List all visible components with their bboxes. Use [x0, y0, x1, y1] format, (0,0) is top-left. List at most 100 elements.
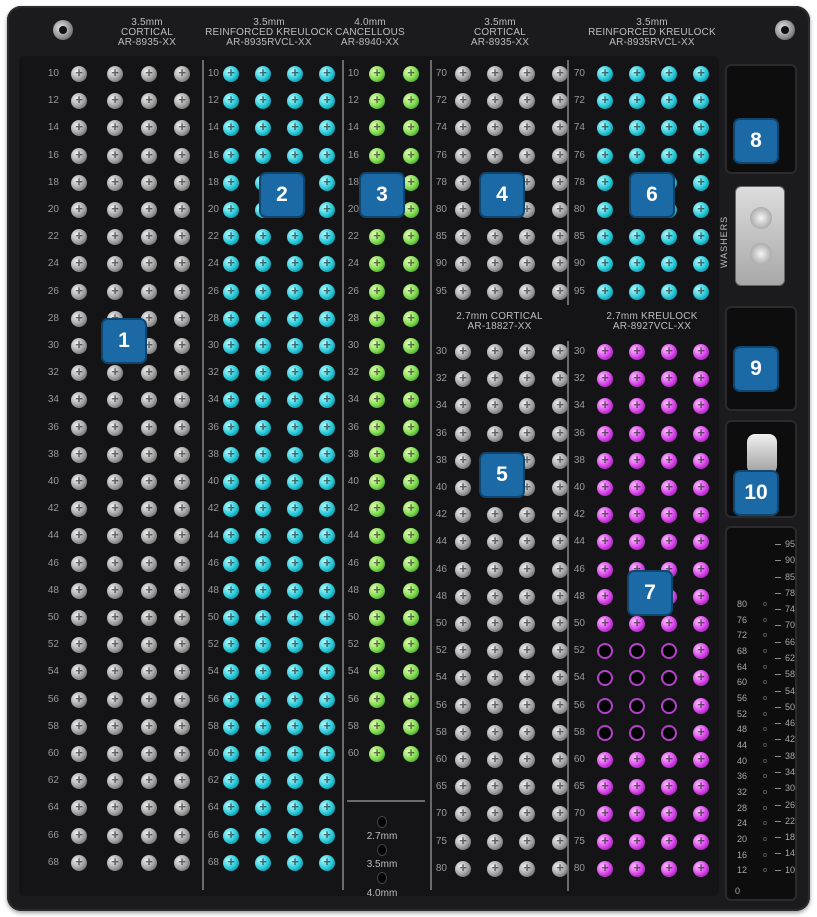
screw-icon[interactable] [403, 636, 419, 654]
screw-icon[interactable] [174, 527, 190, 545]
screw-icon[interactable] [519, 533, 535, 551]
screw-icon[interactable] [629, 228, 645, 246]
screw-icon[interactable] [141, 745, 157, 762]
screw-icon[interactable] [223, 65, 239, 82]
screw-icon[interactable] [107, 174, 123, 191]
screw-icon[interactable] [661, 119, 677, 137]
screw-icon[interactable] [287, 745, 303, 762]
screw-icon[interactable] [174, 663, 190, 681]
screw-icon[interactable] [287, 255, 303, 273]
screw-icon[interactable] [71, 65, 87, 82]
screw-icon[interactable] [319, 745, 335, 762]
screw-icon[interactable] [369, 255, 385, 273]
screw-icon[interactable] [629, 119, 645, 137]
screw-icon[interactable] [661, 697, 679, 715]
screw-icon[interactable] [319, 446, 335, 463]
screw-icon[interactable] [519, 228, 535, 246]
screw-icon[interactable] [141, 527, 157, 545]
screw-icon[interactable] [107, 92, 123, 110]
screw-icon[interactable] [174, 310, 190, 327]
screw-icon[interactable] [369, 718, 385, 735]
screw-icon[interactable] [693, 642, 709, 660]
screw-icon[interactable] [597, 147, 613, 164]
screw-icon[interactable] [597, 92, 613, 110]
screw-icon[interactable] [174, 255, 190, 273]
screw-icon[interactable] [661, 228, 677, 246]
screw-icon[interactable] [71, 310, 87, 327]
screw-icon[interactable] [255, 364, 271, 382]
screw-icon[interactable] [519, 778, 535, 796]
screw-icon[interactable] [597, 343, 613, 360]
screw-icon[interactable] [693, 65, 709, 82]
screw-icon[interactable] [597, 201, 613, 218]
screw-icon[interactable] [519, 283, 535, 300]
screw-icon[interactable] [487, 778, 503, 796]
screw-icon[interactable] [319, 636, 335, 654]
screw-icon[interactable] [629, 724, 647, 742]
screw-icon[interactable] [287, 446, 303, 463]
screw-icon[interactable] [487, 669, 503, 687]
screw-icon[interactable] [487, 697, 503, 714]
screw-icon[interactable] [693, 860, 709, 877]
screw-icon[interactable] [287, 310, 303, 327]
screw-icon[interactable] [661, 283, 677, 300]
screw-icon[interactable] [174, 119, 190, 137]
screw-icon[interactable] [287, 92, 303, 110]
screw-icon[interactable] [487, 255, 503, 273]
screw-icon[interactable] [107, 500, 123, 518]
screw-icon[interactable] [141, 718, 157, 735]
screw-icon[interactable] [403, 310, 419, 327]
screw-icon[interactable] [174, 364, 190, 382]
screw-icon[interactable] [319, 854, 335, 871]
screw-icon[interactable] [319, 582, 335, 599]
screw-icon[interactable] [287, 119, 303, 137]
screw-icon[interactable] [141, 772, 157, 790]
screw-icon[interactable] [369, 636, 385, 654]
screw-icon[interactable] [629, 343, 645, 360]
screw-icon[interactable] [255, 500, 271, 518]
screw-icon[interactable] [71, 854, 87, 871]
screw-icon[interactable] [597, 425, 613, 442]
screw-icon[interactable] [369, 147, 385, 164]
screw-icon[interactable] [597, 506, 613, 524]
screw-icon[interactable] [174, 582, 190, 599]
screw-icon[interactable] [71, 772, 87, 790]
screw-icon[interactable] [661, 370, 677, 388]
screw-icon[interactable] [369, 364, 385, 382]
screw-icon[interactable] [629, 860, 645, 877]
screw-icon[interactable] [255, 65, 271, 82]
screw-icon[interactable] [487, 751, 503, 768]
screw-icon[interactable] [71, 636, 87, 654]
screw-icon[interactable] [403, 555, 419, 572]
screw-icon[interactable] [71, 555, 87, 572]
screw-icon[interactable] [141, 500, 157, 518]
screw-icon[interactable] [487, 147, 503, 164]
screw-icon[interactable] [319, 391, 335, 409]
screw-icon[interactable] [403, 283, 419, 300]
screw-icon[interactable] [223, 201, 239, 218]
screw-icon[interactable] [693, 255, 709, 273]
screw-icon[interactable] [71, 228, 87, 246]
screw-icon[interactable] [403, 446, 419, 463]
screw-icon[interactable] [629, 452, 645, 469]
screw-icon[interactable] [71, 718, 87, 735]
screw-icon[interactable] [403, 255, 419, 273]
screw-icon[interactable] [287, 228, 303, 246]
screw-icon[interactable] [141, 201, 157, 218]
screw-icon[interactable] [403, 500, 419, 518]
screw-icon[interactable] [455, 615, 471, 632]
screw-icon[interactable] [629, 370, 645, 388]
screw-icon[interactable] [223, 555, 239, 572]
screw-icon[interactable] [369, 65, 385, 82]
screw-icon[interactable] [597, 833, 613, 850]
screw-icon[interactable] [519, 506, 535, 524]
screw-icon[interactable] [629, 778, 645, 796]
screw-icon[interactable] [455, 669, 471, 687]
screw-icon[interactable] [597, 751, 613, 768]
screw-icon[interactable] [693, 425, 709, 442]
screw-icon[interactable] [369, 310, 385, 327]
screw-icon[interactable] [141, 827, 157, 844]
screw-icon[interactable] [369, 745, 385, 762]
screw-icon[interactable] [455, 452, 471, 469]
screw-icon[interactable] [107, 65, 123, 82]
